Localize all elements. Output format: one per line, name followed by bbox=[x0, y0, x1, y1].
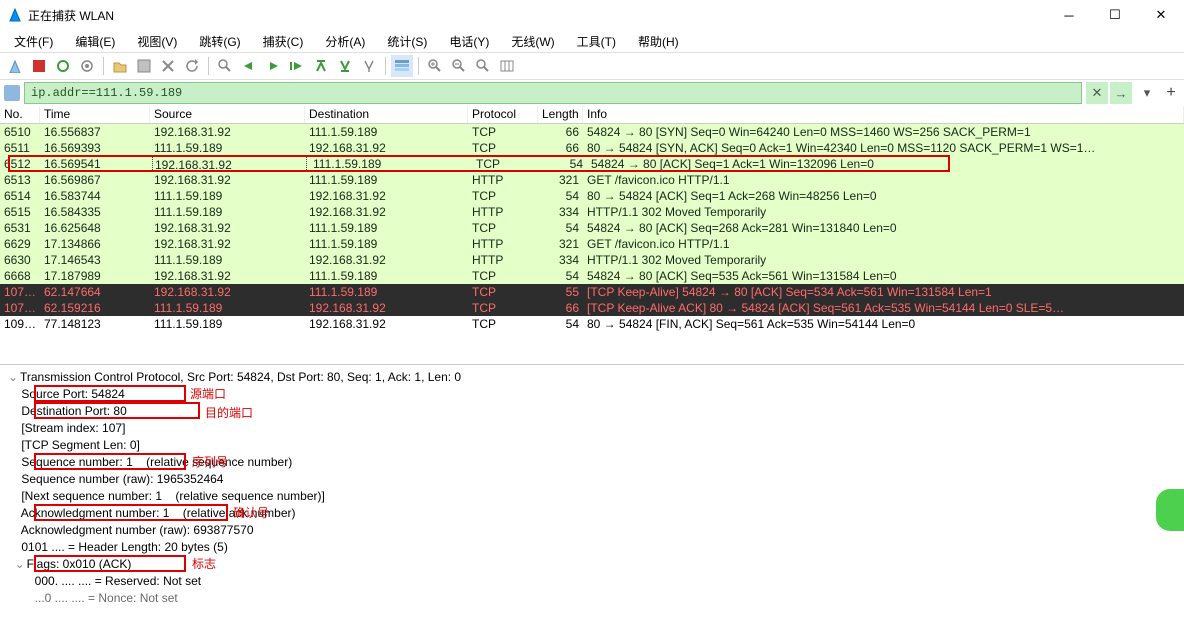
capture-options-icon[interactable] bbox=[76, 55, 98, 77]
toolbar bbox=[0, 52, 1184, 80]
packet-row[interactable]: 666817.187989192.168.31.92111.1.59.189TC… bbox=[0, 268, 1184, 284]
save-file-icon[interactable] bbox=[133, 55, 155, 77]
menu-capture[interactable]: 捕获(C) bbox=[257, 31, 310, 52]
find-icon[interactable] bbox=[214, 55, 236, 77]
detail-flags[interactable]: ⌄Flags: 0x010 (ACK) bbox=[8, 556, 1176, 573]
detail-seg-len[interactable]: [TCP Segment Len: 0] bbox=[8, 437, 1176, 454]
close-file-icon[interactable] bbox=[157, 55, 179, 77]
menu-tools[interactable]: 工具(T) bbox=[571, 31, 622, 52]
packet-row[interactable]: 107…62.147664192.168.31.92111.1.59.189TC… bbox=[0, 284, 1184, 300]
prev-packet-icon[interactable] bbox=[238, 55, 260, 77]
side-badge bbox=[1156, 489, 1184, 531]
menu-view[interactable]: 视图(V) bbox=[131, 31, 183, 52]
zoom-out-icon[interactable] bbox=[448, 55, 470, 77]
detail-tcp-header[interactable]: ⌄Transmission Control Protocol, Src Port… bbox=[8, 369, 1176, 386]
packet-row[interactable]: 663017.146543111.1.59.189192.168.31.92HT… bbox=[0, 252, 1184, 268]
packet-list: No. Time Source Destination Protocol Len… bbox=[0, 106, 1184, 364]
colorize-icon[interactable] bbox=[391, 55, 413, 77]
restart-capture-icon[interactable] bbox=[52, 55, 74, 77]
filter-bookmark-icon[interactable] bbox=[4, 85, 20, 101]
packet-row[interactable]: 109…77.148123111.1.59.189192.168.31.92TC… bbox=[0, 316, 1184, 332]
col-destination[interactable]: Destination bbox=[305, 106, 468, 123]
detail-reserved[interactable]: 000. .... .... = Reserved: Not set bbox=[8, 573, 1176, 590]
detail-dest-port[interactable]: Destination Port: 80 bbox=[8, 403, 1176, 420]
zoom-reset-icon[interactable] bbox=[472, 55, 494, 77]
packet-row[interactable]: 662917.134866192.168.31.92111.1.59.189HT… bbox=[0, 236, 1184, 252]
recent-filters-icon[interactable]: ▾ bbox=[1136, 82, 1158, 104]
clear-filter-icon[interactable]: ✕ bbox=[1086, 82, 1108, 104]
packet-row[interactable]: 653116.625648192.168.31.92111.1.59.189TC… bbox=[0, 220, 1184, 236]
start-capture-icon[interactable] bbox=[4, 55, 26, 77]
col-no[interactable]: No. bbox=[0, 106, 40, 123]
packet-row[interactable]: 651216.569541192.168.31.92111.1.59.189TC… bbox=[0, 156, 1184, 172]
reload-icon[interactable] bbox=[181, 55, 203, 77]
packet-row[interactable]: 651416.583744111.1.59.189192.168.31.92TC… bbox=[0, 188, 1184, 204]
col-time[interactable]: Time bbox=[40, 106, 150, 123]
autoscroll-icon[interactable] bbox=[358, 55, 380, 77]
packet-details: ⌄Transmission Control Protocol, Src Port… bbox=[0, 365, 1184, 612]
col-length[interactable]: Length bbox=[538, 106, 583, 123]
menu-goto[interactable]: 跳转(G) bbox=[193, 31, 246, 52]
detail-stream-index[interactable]: [Stream index: 107] bbox=[8, 420, 1176, 437]
menubar: 文件(F) 编辑(E) 视图(V) 跳转(G) 捕获(C) 分析(A) 统计(S… bbox=[0, 30, 1184, 52]
detail-next-seq[interactable]: [Next sequence number: 1 (relative seque… bbox=[8, 488, 1176, 505]
first-packet-icon[interactable] bbox=[310, 55, 332, 77]
display-filter-input[interactable] bbox=[24, 82, 1082, 104]
menu-file[interactable]: 文件(F) bbox=[8, 31, 59, 52]
detail-ack-raw[interactable]: Acknowledgment number (raw): 693877570 bbox=[8, 522, 1176, 539]
add-filter-button[interactable]: + bbox=[1162, 84, 1180, 102]
menu-statistics[interactable]: 统计(S) bbox=[381, 31, 433, 52]
app-icon bbox=[8, 7, 24, 23]
minimize-button[interactable]: ─ bbox=[1046, 0, 1092, 30]
last-packet-icon[interactable] bbox=[334, 55, 356, 77]
apply-filter-icon[interactable]: → bbox=[1110, 82, 1132, 104]
detail-seq-raw[interactable]: Sequence number (raw): 1965352464 bbox=[8, 471, 1176, 488]
next-packet-icon[interactable] bbox=[262, 55, 284, 77]
detail-header-len[interactable]: 0101 .... = Header Length: 20 bytes (5) bbox=[8, 539, 1176, 556]
menu-telephony[interactable]: 电话(Y) bbox=[443, 31, 495, 52]
menu-help[interactable]: 帮助(H) bbox=[632, 31, 685, 52]
packet-row[interactable]: 651016.556837192.168.31.92111.1.59.189TC… bbox=[0, 124, 1184, 140]
goto-packet-icon[interactable] bbox=[286, 55, 308, 77]
open-file-icon[interactable] bbox=[109, 55, 131, 77]
menu-edit[interactable]: 编辑(E) bbox=[69, 31, 121, 52]
packet-row[interactable]: 107…62.159216111.1.59.189192.168.31.92TC… bbox=[0, 300, 1184, 316]
col-source[interactable]: Source bbox=[150, 106, 305, 123]
column-headers: No. Time Source Destination Protocol Len… bbox=[0, 106, 1184, 124]
packet-row[interactable]: 651316.569867192.168.31.92111.1.59.189HT… bbox=[0, 172, 1184, 188]
menu-analyze[interactable]: 分析(A) bbox=[319, 31, 371, 52]
detail-nonce[interactable]: ...0 .... .... = Nonce: Not set bbox=[8, 590, 1176, 607]
packet-row[interactable]: 651116.569393111.1.59.189192.168.31.92TC… bbox=[0, 140, 1184, 156]
detail-ack-number[interactable]: Acknowledgment number: 1 (relative ack n… bbox=[8, 505, 1176, 522]
col-protocol[interactable]: Protocol bbox=[468, 106, 538, 123]
zoom-in-icon[interactable] bbox=[424, 55, 446, 77]
detail-seq-number[interactable]: Sequence number: 1 (relative sequence nu… bbox=[8, 454, 1176, 471]
resize-columns-icon[interactable] bbox=[496, 55, 518, 77]
detail-source-port[interactable]: Source Port: 54824 bbox=[8, 386, 1176, 403]
col-info[interactable]: Info bbox=[583, 106, 1184, 123]
filter-bar: ✕ → ▾ + bbox=[0, 80, 1184, 106]
packet-row[interactable]: 651516.584335111.1.59.189192.168.31.92HT… bbox=[0, 204, 1184, 220]
window-title: 正在捕获 WLAN bbox=[28, 7, 114, 24]
menu-wireless[interactable]: 无线(W) bbox=[505, 31, 560, 52]
close-button[interactable]: ✕ bbox=[1138, 0, 1184, 30]
stop-capture-icon[interactable] bbox=[28, 55, 50, 77]
maximize-button[interactable]: ☐ bbox=[1092, 0, 1138, 30]
titlebar: 正在捕获 WLAN ─ ☐ ✕ bbox=[0, 0, 1184, 30]
